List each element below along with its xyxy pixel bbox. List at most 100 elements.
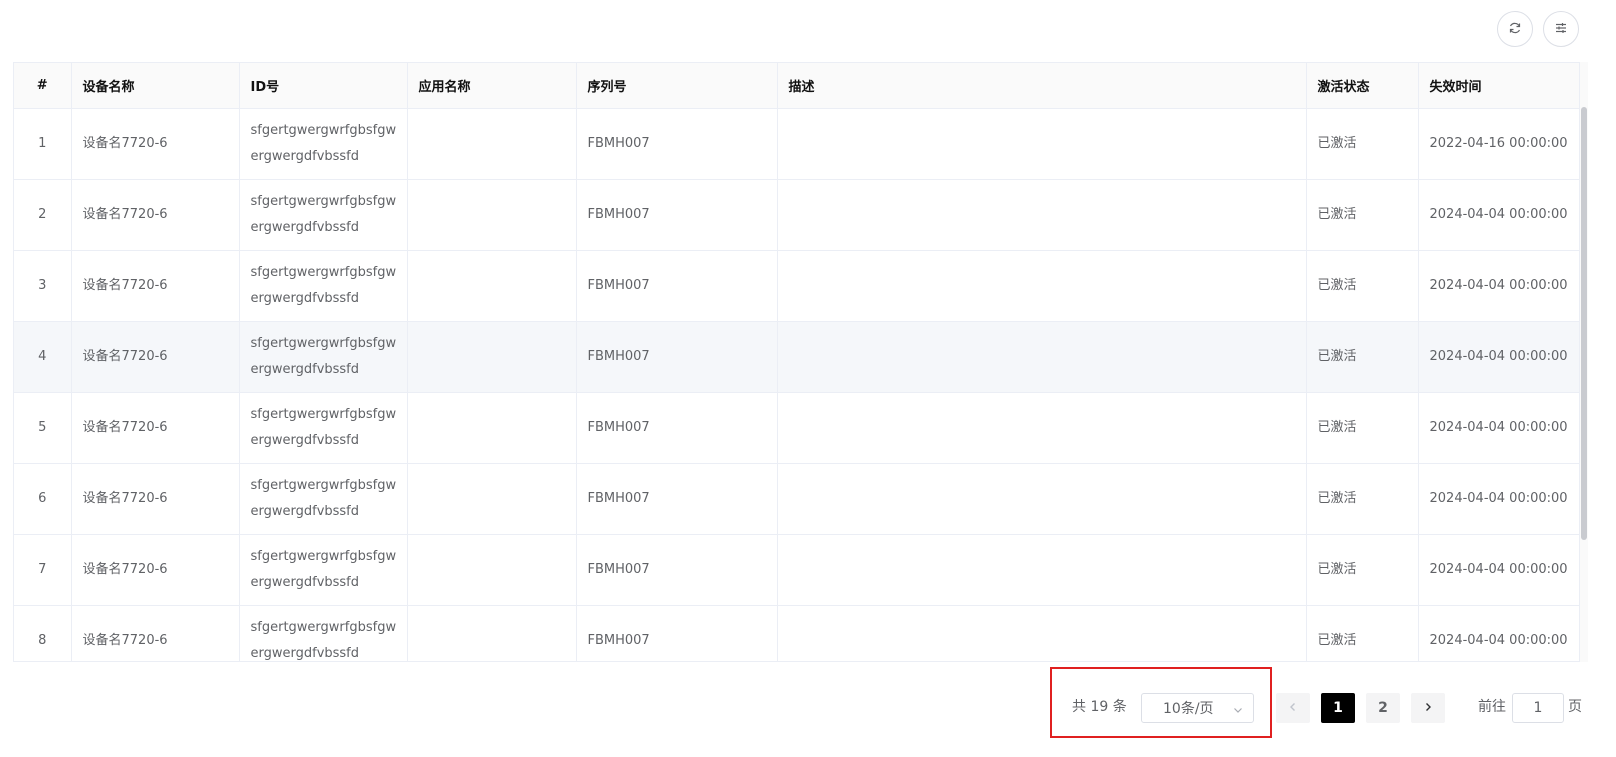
serial-cell: FBMH007 [576, 605, 778, 661]
table-row[interactable]: 3 设备名7720-6 sfgertgwergwrfgbsfgwergwergd… [14, 250, 1580, 322]
table-row[interactable]: 1 设备名7720-6 sfgertgwergwrfgbsfgwergwergd… [14, 108, 1580, 180]
status-cell: 已激活 [1306, 463, 1419, 535]
app-name-cell [407, 250, 577, 322]
device-name-cell: 设备名7720-6 [71, 108, 240, 180]
expire-cell: 2024-04-04 00:00:00 [1418, 463, 1580, 535]
description-cell [777, 250, 1307, 322]
table-row[interactable]: 5 设备名7720-6 sfgertgwergwrfgbsfgwergwergd… [14, 392, 1580, 464]
status-cell: 已激活 [1306, 250, 1419, 322]
status-cell: 已激活 [1306, 321, 1419, 393]
row-index: 7 [14, 534, 72, 606]
id-text: sfgertgwergwrfgbsfgwergwergdfvbssfd [250, 406, 397, 448]
status-cell: 已激活 [1306, 108, 1419, 180]
serial-cell: FBMH007 [576, 534, 778, 606]
row-index: 3 [14, 250, 72, 322]
page-2-button[interactable]: 2 [1366, 693, 1400, 723]
description-cell [777, 321, 1307, 393]
column-header-index[interactable]: # [14, 63, 72, 109]
app-name-cell [407, 605, 577, 661]
chevron-left-icon [1288, 700, 1298, 716]
description-cell [777, 463, 1307, 535]
id-text: sfgertgwergwrfgbsfgwergwergdfvbssfd [250, 477, 397, 519]
status-cell: 已激活 [1306, 605, 1419, 661]
goto-page-input[interactable] [1512, 693, 1564, 723]
expire-cell: 2022-04-16 00:00:00 [1418, 108, 1580, 180]
description-cell [777, 108, 1307, 180]
table-header-row: # 设备名称 ID号 应用名称 序列号 描述 激活状态 失效时间 [14, 63, 1580, 109]
row-index: 8 [14, 605, 72, 661]
expire-cell: 2024-04-04 00:00:00 [1418, 392, 1580, 464]
goto-suffix-label: 页 [1568, 699, 1582, 715]
serial-cell: FBMH007 [576, 392, 778, 464]
goto-prefix-label: 前往 [1478, 699, 1506, 715]
row-index: 6 [14, 463, 72, 535]
page-1-button[interactable]: 1 [1321, 693, 1355, 723]
table-row[interactable]: 4 设备名7720-6 sfgertgwergwrfgbsfgwergwergd… [14, 321, 1580, 393]
serial-cell: FBMH007 [576, 108, 778, 180]
status-cell: 已激活 [1306, 534, 1419, 606]
description-cell [777, 392, 1307, 464]
row-index: 1 [14, 108, 72, 180]
app-name-cell [407, 392, 577, 464]
column-header-expire[interactable]: 失效时间 [1418, 63, 1580, 109]
expire-cell: 2024-04-04 00:00:00 [1418, 605, 1580, 661]
column-header-device-name[interactable]: 设备名称 [71, 63, 240, 109]
device-name-cell: 设备名7720-6 [71, 250, 240, 322]
table-row[interactable]: 6 设备名7720-6 sfgertgwergwrfgbsfgwergwergd… [14, 463, 1580, 535]
id-cell: sfgertgwergwrfgbsfgwergwergdfvbssfd [239, 605, 408, 661]
column-settings-icon [1554, 20, 1568, 39]
serial-cell: FBMH007 [576, 463, 778, 535]
refresh-icon [1508, 20, 1522, 39]
id-cell: sfgertgwergwrfgbsfgwergwergdfvbssfd [239, 463, 408, 535]
refresh-button[interactable] [1497, 11, 1533, 47]
column-header-id[interactable]: ID号 [239, 63, 408, 109]
app-name-cell [407, 108, 577, 180]
column-header-serial[interactable]: 序列号 [576, 63, 778, 109]
id-cell: sfgertgwergwrfgbsfgwergwergdfvbssfd [239, 392, 408, 464]
id-cell: sfgertgwergwrfgbsfgwergwergdfvbssfd [239, 321, 408, 393]
device-name-cell: 设备名7720-6 [71, 392, 240, 464]
status-cell: 已激活 [1306, 179, 1419, 251]
column-header-app-name[interactable]: 应用名称 [407, 63, 577, 109]
status-cell: 已激活 [1306, 392, 1419, 464]
row-index: 5 [14, 392, 72, 464]
column-settings-button[interactable] [1543, 11, 1579, 47]
id-text: sfgertgwergwrfgbsfgwergwergdfvbssfd [250, 548, 397, 590]
id-text: sfgertgwergwrfgbsfgwergwergdfvbssfd [250, 122, 397, 164]
table-row[interactable]: 7 设备名7720-6 sfgertgwergwrfgbsfgwergwergd… [14, 534, 1580, 606]
id-cell: sfgertgwergwrfgbsfgwergwergdfvbssfd [239, 179, 408, 251]
app-name-cell [407, 534, 577, 606]
app-name-cell [407, 179, 577, 251]
prev-page-button[interactable] [1276, 693, 1310, 723]
expire-cell: 2024-04-04 00:00:00 [1418, 534, 1580, 606]
table-row[interactable]: 8 设备名7720-6 sfgertgwergwrfgbsfgwergwergd… [14, 605, 1580, 661]
description-cell [777, 534, 1307, 606]
expire-cell: 2024-04-04 00:00:00 [1418, 321, 1580, 393]
page-size-value: 10条/页 [1163, 701, 1214, 717]
column-header-description[interactable]: 描述 [777, 63, 1307, 109]
description-cell [777, 179, 1307, 251]
device-name-cell: 设备名7720-6 [71, 534, 240, 606]
chevron-right-icon [1423, 700, 1433, 716]
serial-cell: FBMH007 [576, 250, 778, 322]
device-name-cell: 设备名7720-6 [71, 463, 240, 535]
chevron-down-icon [1233, 703, 1243, 713]
column-header-status[interactable]: 激活状态 [1306, 63, 1419, 109]
table-row[interactable]: 2 设备名7720-6 sfgertgwergwrfgbsfgwergwergd… [14, 179, 1580, 251]
table-scrollbar-thumb[interactable] [1581, 107, 1587, 540]
id-cell: sfgertgwergwrfgbsfgwergwergdfvbssfd [239, 250, 408, 322]
id-text: sfgertgwergwrfgbsfgwergwergdfvbssfd [250, 264, 397, 306]
row-index: 2 [14, 179, 72, 251]
app-name-cell [407, 463, 577, 535]
row-index: 4 [14, 321, 72, 393]
device-name-cell: 设备名7720-6 [71, 179, 240, 251]
app-name-cell [407, 321, 577, 393]
page-size-select[interactable]: 10条/页 [1141, 693, 1254, 723]
id-text: sfgertgwergwrfgbsfgwergwergdfvbssfd [250, 335, 397, 377]
id-cell: sfgertgwergwrfgbsfgwergwergdfvbssfd [239, 534, 408, 606]
next-page-button[interactable] [1411, 693, 1445, 723]
device-name-cell: 设备名7720-6 [71, 321, 240, 393]
device-name-cell: 设备名7720-6 [71, 605, 240, 661]
expire-cell: 2024-04-04 00:00:00 [1418, 250, 1580, 322]
device-table: # 设备名称 ID号 应用名称 序列号 描述 激活状态 失效时间 1 设备名77… [13, 62, 1588, 662]
